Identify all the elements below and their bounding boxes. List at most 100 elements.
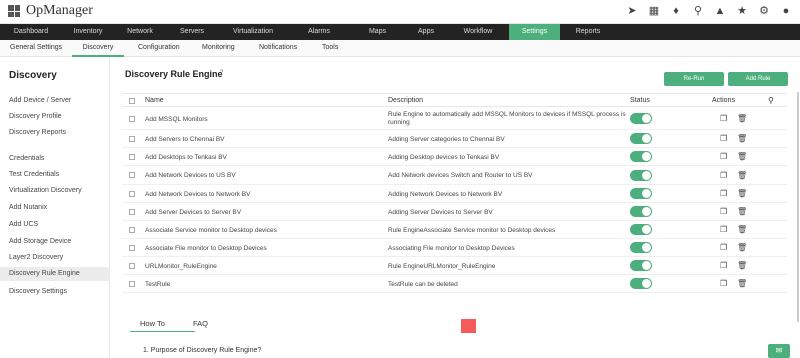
rule-name[interactable]: Add Server Devices to Server BV (145, 209, 241, 216)
row-checkbox[interactable] (129, 136, 135, 142)
sidebar-item-add-nutanix[interactable]: Add Nutanix (0, 201, 110, 215)
header-name[interactable]: Name (145, 94, 164, 107)
trash-icon[interactable]: 🗑 (737, 279, 747, 288)
nav-tab-maps[interactable]: Maps (350, 24, 405, 40)
copy-icon[interactable]: ❐ (720, 134, 727, 143)
rule-name[interactable]: Add MSSQL Monitors (145, 116, 208, 123)
gear-icon[interactable]: ⚙ (758, 5, 770, 17)
copy-icon[interactable]: ❐ (720, 225, 727, 234)
sidebar-item-discovery-rule-engine[interactable]: Discovery Rule Engine (0, 267, 110, 281)
sidebar-item-discovery-settings[interactable]: Discovery Settings (0, 285, 110, 299)
monitor-icon[interactable]: ▦ (648, 5, 660, 17)
sidebar-item-test-credentials[interactable]: Test Credentials (0, 168, 110, 182)
rocket-icon[interactable]: ➤ (626, 5, 638, 17)
trash-icon[interactable]: 🗑 (737, 243, 747, 252)
add-rule-button[interactable]: Add Rule (728, 72, 788, 86)
copy-icon[interactable]: ❐ (720, 114, 727, 123)
trash-icon[interactable]: 🗑 (737, 152, 747, 161)
nav-tab-apps[interactable]: Apps (405, 24, 447, 40)
copy-icon[interactable]: ❐ (720, 261, 727, 270)
help-icon[interactable]: ? (220, 70, 223, 76)
nav-tab-network[interactable]: Network (114, 24, 166, 40)
status-toggle[interactable] (630, 170, 652, 181)
rule-name[interactable]: Add Network Devices to Network BV (145, 191, 250, 198)
rule-name[interactable]: TestRule (145, 281, 170, 288)
status-toggle[interactable] (630, 224, 652, 235)
copy-icon[interactable]: ❐ (720, 243, 727, 252)
trash-icon[interactable]: 🗑 (737, 261, 747, 270)
nav-tab-dashboard[interactable]: Dashboard (0, 24, 62, 40)
sidebar-item-discovery-reports[interactable]: Discovery Reports (0, 126, 110, 140)
nav-tab-inventory[interactable]: Inventory (62, 24, 114, 40)
trash-icon[interactable]: 🗑 (737, 225, 747, 234)
rule-name[interactable]: Associate Service monitor to Desktop dev… (145, 227, 277, 234)
chat-icon[interactable]: ✉ (768, 344, 790, 358)
nav-tab-workflow[interactable]: Workflow (447, 24, 509, 40)
row-checkbox[interactable] (129, 116, 135, 122)
status-toggle[interactable] (630, 151, 652, 162)
nav-tab-alarms[interactable]: Alarms (288, 24, 350, 40)
tab-how-to[interactable]: How To (140, 319, 165, 328)
nav-tab-reports[interactable]: Reports (560, 24, 616, 40)
copy-icon[interactable]: ❐ (720, 171, 727, 180)
subtab-general-settings[interactable]: General Settings (10, 40, 62, 57)
help-question[interactable]: 1. Purpose of Discovery Rule Engine? (143, 347, 261, 354)
subtab-tools[interactable]: Tools (322, 40, 338, 57)
logo[interactable]: OpManager (8, 3, 93, 19)
trash-icon[interactable]: 🗑 (737, 207, 747, 216)
search-icon[interactable]: ⚲ (692, 5, 704, 17)
sidebar-item-credentials[interactable]: Credentials (0, 152, 110, 166)
select-all-checkbox[interactable] (129, 98, 135, 104)
copy-icon[interactable]: ❐ (720, 189, 727, 198)
subtab-notifications[interactable]: Notifications (259, 40, 297, 57)
status-toggle[interactable] (630, 260, 652, 271)
rule-name[interactable]: Add Desktops to Tenkasi BV (145, 154, 227, 161)
subtab-configuration[interactable]: Configuration (138, 40, 180, 57)
rule-name[interactable]: Associate File monitor to Desktop Device… (145, 245, 267, 252)
subtab-discovery[interactable]: Discovery (72, 40, 124, 57)
row-checkbox[interactable] (129, 172, 135, 178)
sidebar-item-add-device[interactable]: Add Device / Server (0, 94, 110, 108)
subtab-monitoring[interactable]: Monitoring (202, 40, 235, 57)
scrollbar[interactable] (797, 92, 799, 322)
user-icon[interactable]: ● (780, 5, 792, 17)
rule-name[interactable]: Add Servers to Chennai BV (145, 136, 225, 143)
row-checkbox[interactable] (129, 209, 135, 215)
sidebar-item-add-storage-device[interactable]: Add Storage Device (0, 235, 110, 249)
status-toggle[interactable] (630, 188, 652, 199)
table-search-icon[interactable]: ⚲ (768, 94, 774, 107)
rule-name[interactable]: URLMonitor_RuleEngine (145, 263, 217, 270)
alarm-icon[interactable]: ▲ (714, 5, 726, 17)
row-checkbox[interactable] (129, 191, 135, 197)
status-toggle[interactable] (630, 133, 652, 144)
trash-icon[interactable]: 🗑 (737, 134, 747, 143)
bell-icon[interactable]: ♦ (670, 5, 682, 17)
row-checkbox[interactable] (129, 263, 135, 269)
header-description[interactable]: Description (388, 94, 423, 107)
tab-faq[interactable]: FAQ (193, 319, 208, 328)
rerun-button[interactable]: Re-Run (664, 72, 724, 86)
plug-icon[interactable]: ★ (736, 5, 748, 17)
sidebar-item-virtualization-discovery[interactable]: Virtualization Discovery (0, 184, 110, 198)
status-toggle[interactable] (630, 278, 652, 289)
sidebar-item-layer2-discovery[interactable]: Layer2 Discovery (0, 251, 110, 265)
row-checkbox[interactable] (129, 154, 135, 160)
status-toggle[interactable] (630, 113, 652, 124)
nav-tab-settings[interactable]: Settings (509, 24, 560, 40)
sidebar-item-add-ucs[interactable]: Add UCS (0, 218, 110, 232)
copy-icon[interactable]: ❐ (720, 279, 727, 288)
trash-icon[interactable]: 🗑 (737, 114, 747, 123)
header-status[interactable]: Status (630, 94, 650, 107)
row-checkbox[interactable] (129, 245, 135, 251)
copy-icon[interactable]: ❐ (720, 207, 727, 216)
copy-icon[interactable]: ❐ (720, 152, 727, 161)
rule-name[interactable]: Add Network Devices to US BV (145, 172, 236, 179)
nav-tab-servers[interactable]: Servers (166, 24, 218, 40)
trash-icon[interactable]: 🗑 (737, 171, 747, 180)
row-checkbox[interactable] (129, 227, 135, 233)
trash-icon[interactable]: 🗑 (737, 189, 747, 198)
status-toggle[interactable] (630, 206, 652, 217)
row-checkbox[interactable] (129, 281, 135, 287)
nav-tab-virtualization[interactable]: Virtualization (218, 24, 288, 40)
sidebar-item-discovery-profile[interactable]: Discovery Profile (0, 110, 110, 124)
